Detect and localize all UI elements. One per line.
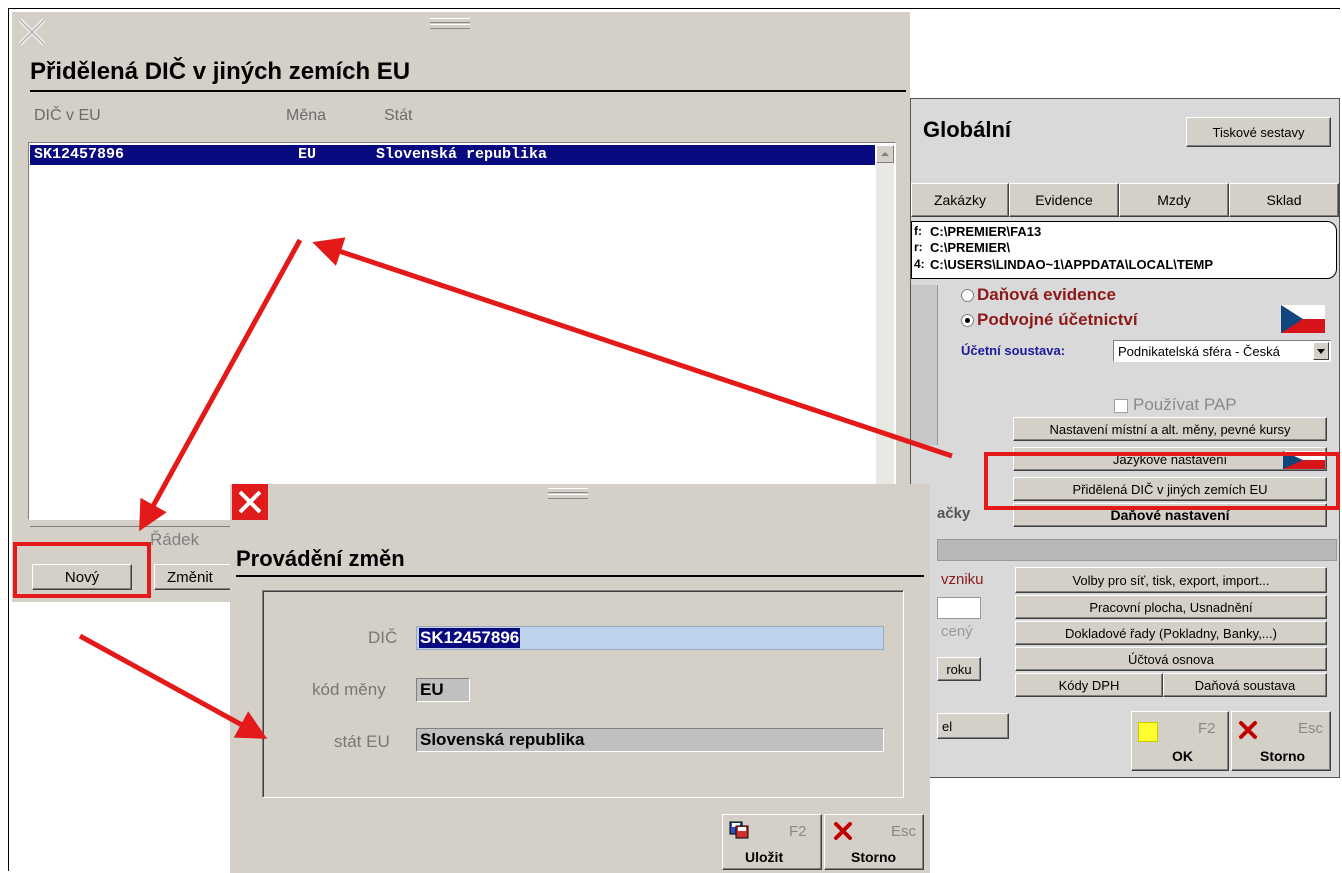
arrow-to-list	[312, 237, 953, 459]
annotation-arrows	[78, 237, 953, 739]
arrow-to-new-button	[139, 238, 303, 532]
arrow-to-edit-dialog	[78, 633, 268, 739]
